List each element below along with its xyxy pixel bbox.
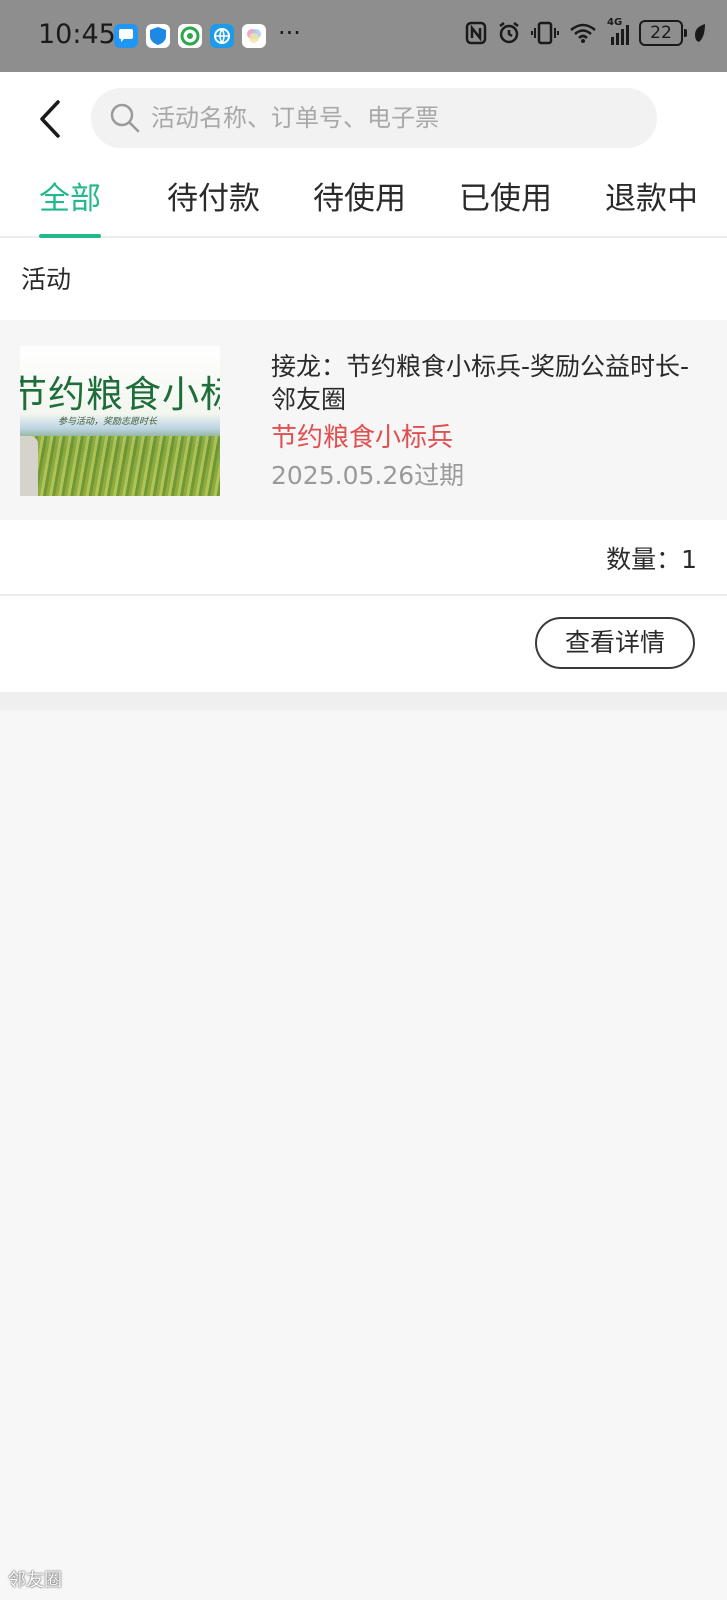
alarm-icon [499, 22, 519, 44]
mobile-carrier-icon [178, 24, 202, 48]
section-label: 活动 [21, 265, 72, 294]
order-title: 接龙：节约粮食小标兵-奖励公益时长-邻友圈 [271, 352, 690, 414]
status-app-icons [114, 24, 266, 48]
search-icon [110, 103, 140, 133]
wifi-icon [570, 23, 596, 43]
quantity-label: 数量：1 [606, 545, 697, 574]
more-notifications-icon: ··· [278, 19, 301, 47]
status-time: 10:45 [38, 19, 116, 50]
section-header: 活动 [0, 238, 727, 320]
thumbnail-subtitle: 参与活动，奖励志愿时长 [58, 417, 158, 427]
order-thumbnail: 节约粮食小标兵 参与活动，奖励志愿时长 [20, 346, 220, 496]
tab-pending-use[interactable]: 待使用 [313, 176, 406, 222]
order-actions: 查看详情 [0, 596, 727, 692]
signal-icon: 4G [607, 17, 629, 45]
vibrate-icon [531, 21, 559, 45]
section-divider [0, 692, 727, 710]
battery-icon: 22 [639, 20, 687, 46]
status-right-icons: 4G 22 [465, 17, 707, 46]
leaf-icon [695, 24, 705, 42]
view-details-button[interactable]: 查看详情 [535, 617, 695, 669]
thumbnail-title: 节约粮食小标兵 [20, 373, 220, 416]
wheat-field-image [20, 436, 220, 496]
quantity-row: 数量：1 [0, 520, 727, 596]
nfc-icon [465, 21, 487, 45]
thumbnail-figure [20, 436, 38, 496]
order-card[interactable]: 节约粮食小标兵 参与活动，奖励志愿时长 接龙：节约粮食小标兵-奖励公益时长-邻友… [0, 320, 727, 520]
tab-used[interactable]: 已使用 [459, 176, 552, 222]
search-input[interactable] [151, 88, 641, 148]
header: 全部 待付款 待使用 已使用 退款中 [0, 72, 727, 238]
tab-pending-payment[interactable]: 待付款 [167, 176, 260, 222]
watermark: 邻友圈 [8, 1570, 62, 1591]
back-button[interactable] [30, 94, 70, 144]
order-expiry: 2025.05.26过期 [271, 461, 465, 490]
order-tabs: 全部 待付款 待使用 已使用 退款中 [0, 172, 727, 238]
status-bar: 10:45 ··· 4G 22 [0, 0, 727, 72]
back-arrow-icon [40, 100, 60, 138]
search-bar[interactable] [91, 88, 657, 148]
shield-icon [146, 24, 170, 48]
gallery-icon [242, 24, 266, 48]
tab-all[interactable]: 全部 [39, 176, 101, 238]
network-type-label: 4G [607, 17, 623, 28]
browser-icon [210, 24, 234, 48]
tab-refunding[interactable]: 退款中 [605, 176, 698, 222]
order-subtitle: 节约粮食小标兵 [271, 423, 454, 453]
messages-icon [114, 24, 138, 48]
